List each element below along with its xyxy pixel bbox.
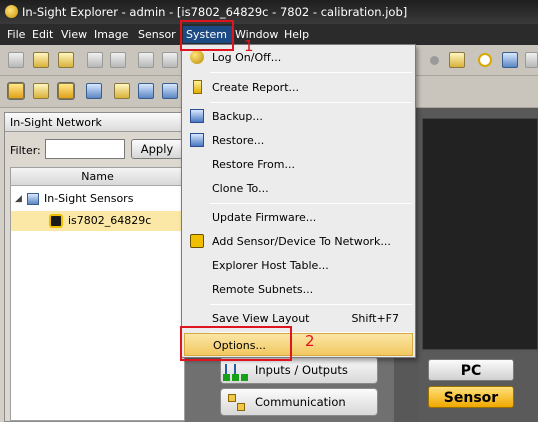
menu-item-label: Restore From... bbox=[212, 158, 295, 171]
network-view-icon[interactable] bbox=[7, 82, 25, 100]
image-display bbox=[422, 118, 538, 350]
monitor-icon[interactable] bbox=[162, 83, 178, 99]
sensor-tree: Name ◢ In-Sight Sensors is7802_64829c bbox=[10, 167, 185, 421]
menu-item-label: Create Report... bbox=[212, 81, 300, 94]
copy-icon[interactable] bbox=[162, 52, 178, 68]
sensor-button[interactable]: Sensor bbox=[428, 386, 514, 408]
inputs-outputs-label: Inputs / Outputs bbox=[255, 363, 348, 377]
collapse-arrow-icon[interactable]: ◢ bbox=[15, 189, 22, 209]
menu-separator bbox=[210, 72, 412, 73]
menu-item-restore-from[interactable]: Restore From... bbox=[184, 153, 413, 176]
menu-item-label: Add Sensor/Device To Network... bbox=[212, 235, 391, 248]
pc-button[interactable]: PC bbox=[428, 359, 514, 381]
menu-item-remote-subnets[interactable]: Remote Subnets... bbox=[184, 278, 413, 301]
menu-item-add-sensor[interactable]: Add Sensor/Device To Network... bbox=[184, 230, 413, 253]
menu-item-label: Save View Layout bbox=[212, 312, 310, 325]
menu-help[interactable]: Help bbox=[281, 26, 312, 43]
filter-input[interactable] bbox=[45, 139, 125, 159]
tree-group-label: In-Sight Sensors bbox=[44, 192, 134, 205]
refresh-icon[interactable] bbox=[502, 52, 518, 68]
menu-item-create-report[interactable]: Create Report... bbox=[184, 76, 413, 99]
menu-separator bbox=[210, 304, 412, 305]
io-icon bbox=[222, 364, 252, 382]
menu-item-label: Update Firmware... bbox=[212, 211, 317, 224]
menu-image[interactable]: Image bbox=[91, 26, 131, 43]
tree-sensor-row[interactable]: is7802_64829c bbox=[11, 211, 184, 231]
tools-icon[interactable] bbox=[57, 82, 75, 100]
menu-sensor[interactable]: Sensor bbox=[135, 26, 179, 43]
communication-label: Communication bbox=[255, 395, 346, 409]
apply-button[interactable]: Apply bbox=[131, 139, 183, 159]
title-bar: In-Sight Explorer - admin - [is7802_6482… bbox=[0, 0, 538, 24]
menu-item-backup[interactable]: Backup... bbox=[184, 105, 413, 128]
menu-view[interactable]: View bbox=[58, 26, 90, 43]
home-icon[interactable] bbox=[449, 52, 465, 68]
folder-view-icon[interactable] bbox=[33, 83, 49, 99]
backup-icon bbox=[190, 109, 204, 123]
new-icon[interactable] bbox=[8, 52, 24, 68]
restore-icon bbox=[190, 133, 204, 147]
sensor-settings-icon[interactable] bbox=[86, 83, 102, 99]
network-group-icon bbox=[27, 193, 39, 205]
spreadsheet-icon[interactable] bbox=[114, 83, 130, 99]
shortcut-label: Shift+F7 bbox=[351, 312, 399, 325]
menu-item-restore[interactable]: Restore... bbox=[184, 129, 413, 152]
annotation-number-1: 1 bbox=[244, 37, 254, 55]
report-icon bbox=[193, 80, 202, 94]
menu-item-clone-to[interactable]: Clone To... bbox=[184, 177, 413, 200]
annotation-box-system bbox=[180, 20, 234, 51]
cut-icon[interactable] bbox=[138, 52, 154, 68]
panel-header: In-Sight Network bbox=[5, 113, 183, 132]
menu-item-label: Clone To... bbox=[212, 182, 269, 195]
menu-window[interactable]: Window bbox=[232, 26, 281, 43]
open-folder-icon[interactable] bbox=[33, 52, 49, 68]
in-sight-network-panel: In-Sight Network Filter: Apply Name ◢ In… bbox=[4, 112, 185, 422]
status-dot-icon bbox=[430, 56, 439, 65]
more-icon[interactable] bbox=[525, 52, 538, 68]
print-icon[interactable] bbox=[87, 52, 103, 68]
sensor-camera-icon bbox=[49, 214, 63, 228]
menu-bar: File Edit View Image Sensor System Windo… bbox=[0, 24, 538, 45]
window-title: In-Sight Explorer - admin - [is7802_6482… bbox=[22, 5, 408, 19]
menu-item-update-firmware[interactable]: Update Firmware... bbox=[184, 206, 413, 229]
menu-separator bbox=[210, 102, 412, 103]
column-header-name[interactable]: Name bbox=[11, 168, 184, 186]
app-icon bbox=[5, 5, 18, 18]
menu-file[interactable]: File bbox=[4, 26, 28, 43]
menu-separator bbox=[210, 203, 412, 204]
menu-item-label: Restore... bbox=[212, 134, 265, 147]
communication-icon bbox=[226, 392, 248, 414]
annotation-number-2: 2 bbox=[305, 332, 315, 350]
menu-item-label: Backup... bbox=[212, 110, 263, 123]
system-menu: Log On/Off... Create Report... Backup...… bbox=[181, 44, 416, 358]
key-user-icon bbox=[190, 50, 204, 64]
menu-item-label: Remote Subnets... bbox=[212, 283, 314, 296]
menu-edit[interactable]: Edit bbox=[29, 26, 56, 43]
add-sensor-icon bbox=[190, 234, 204, 248]
print-preview-icon[interactable] bbox=[110, 52, 126, 68]
tree-group-row[interactable]: ◢ In-Sight Sensors bbox=[11, 189, 184, 209]
save-icon[interactable] bbox=[58, 52, 74, 68]
annotation-box-options bbox=[180, 326, 292, 361]
tree-sensor-label: is7802_64829c bbox=[68, 214, 152, 227]
record-icon[interactable] bbox=[478, 53, 492, 67]
menu-item-explorer-host-table[interactable]: Explorer Host Table... bbox=[184, 254, 413, 277]
filter-label: Filter: bbox=[10, 144, 41, 157]
menu-item-label: Explorer Host Table... bbox=[212, 259, 329, 272]
camera-icon[interactable] bbox=[138, 83, 154, 99]
